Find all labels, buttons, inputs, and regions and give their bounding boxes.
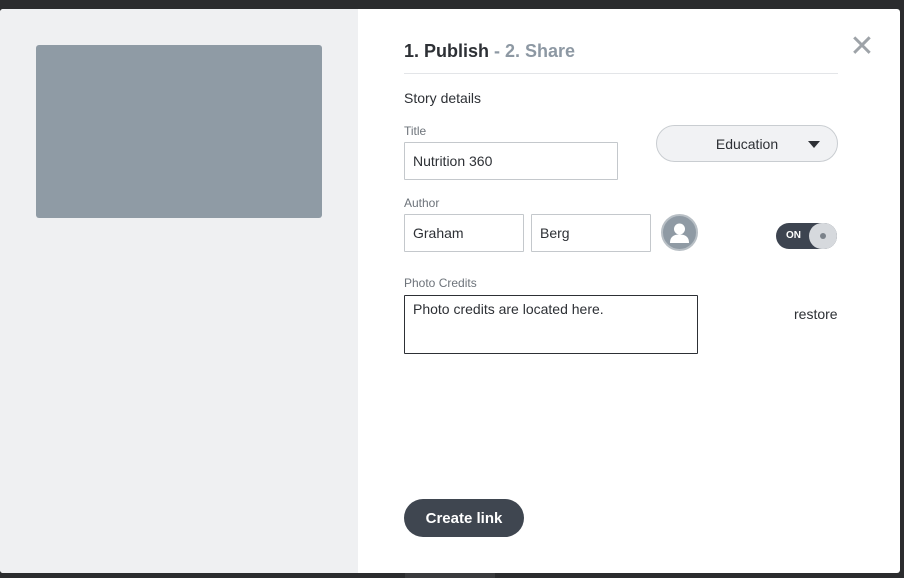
author-last-name-input[interactable]: Berg [531,214,651,252]
step-share[interactable]: 2. Share [505,41,575,61]
restore-link[interactable]: restore [794,306,838,322]
author-avatar[interactable] [661,214,698,251]
section-title: Story details [404,90,482,106]
title-label: Title [404,124,427,138]
step-header: 1. Publish - 2. Share [404,41,575,65]
preview-pane [0,9,358,573]
user-icon [670,223,689,243]
step-publish: 1. Publish [404,41,490,61]
close-button[interactable]: ✕ [848,30,876,63]
create-link-button[interactable]: Create link [404,499,524,537]
category-dropdown[interactable]: Education [656,125,838,162]
close-icon: ✕ [849,30,875,63]
author-first-name-input[interactable]: Graham [404,214,524,252]
author-label: Author [404,196,440,210]
story-thumbnail [36,45,322,218]
photo-credits-label: Photo Credits [404,276,477,290]
photo-credits-textarea[interactable]: Photo credits are located here. [404,295,698,354]
toggle-knob [809,223,837,249]
category-value: Education [715,135,779,152]
author-visibility-toggle[interactable]: ON [776,223,837,249]
toggle-label: ON [786,230,801,241]
chevron-down-icon [808,141,820,148]
title-input[interactable]: Nutrition 360 [404,142,618,180]
header-divider [404,73,838,74]
publish-dialog: 1. Publish - 2. Share ✕ Story details Ti… [0,9,900,573]
step-separator: - [489,41,506,61]
